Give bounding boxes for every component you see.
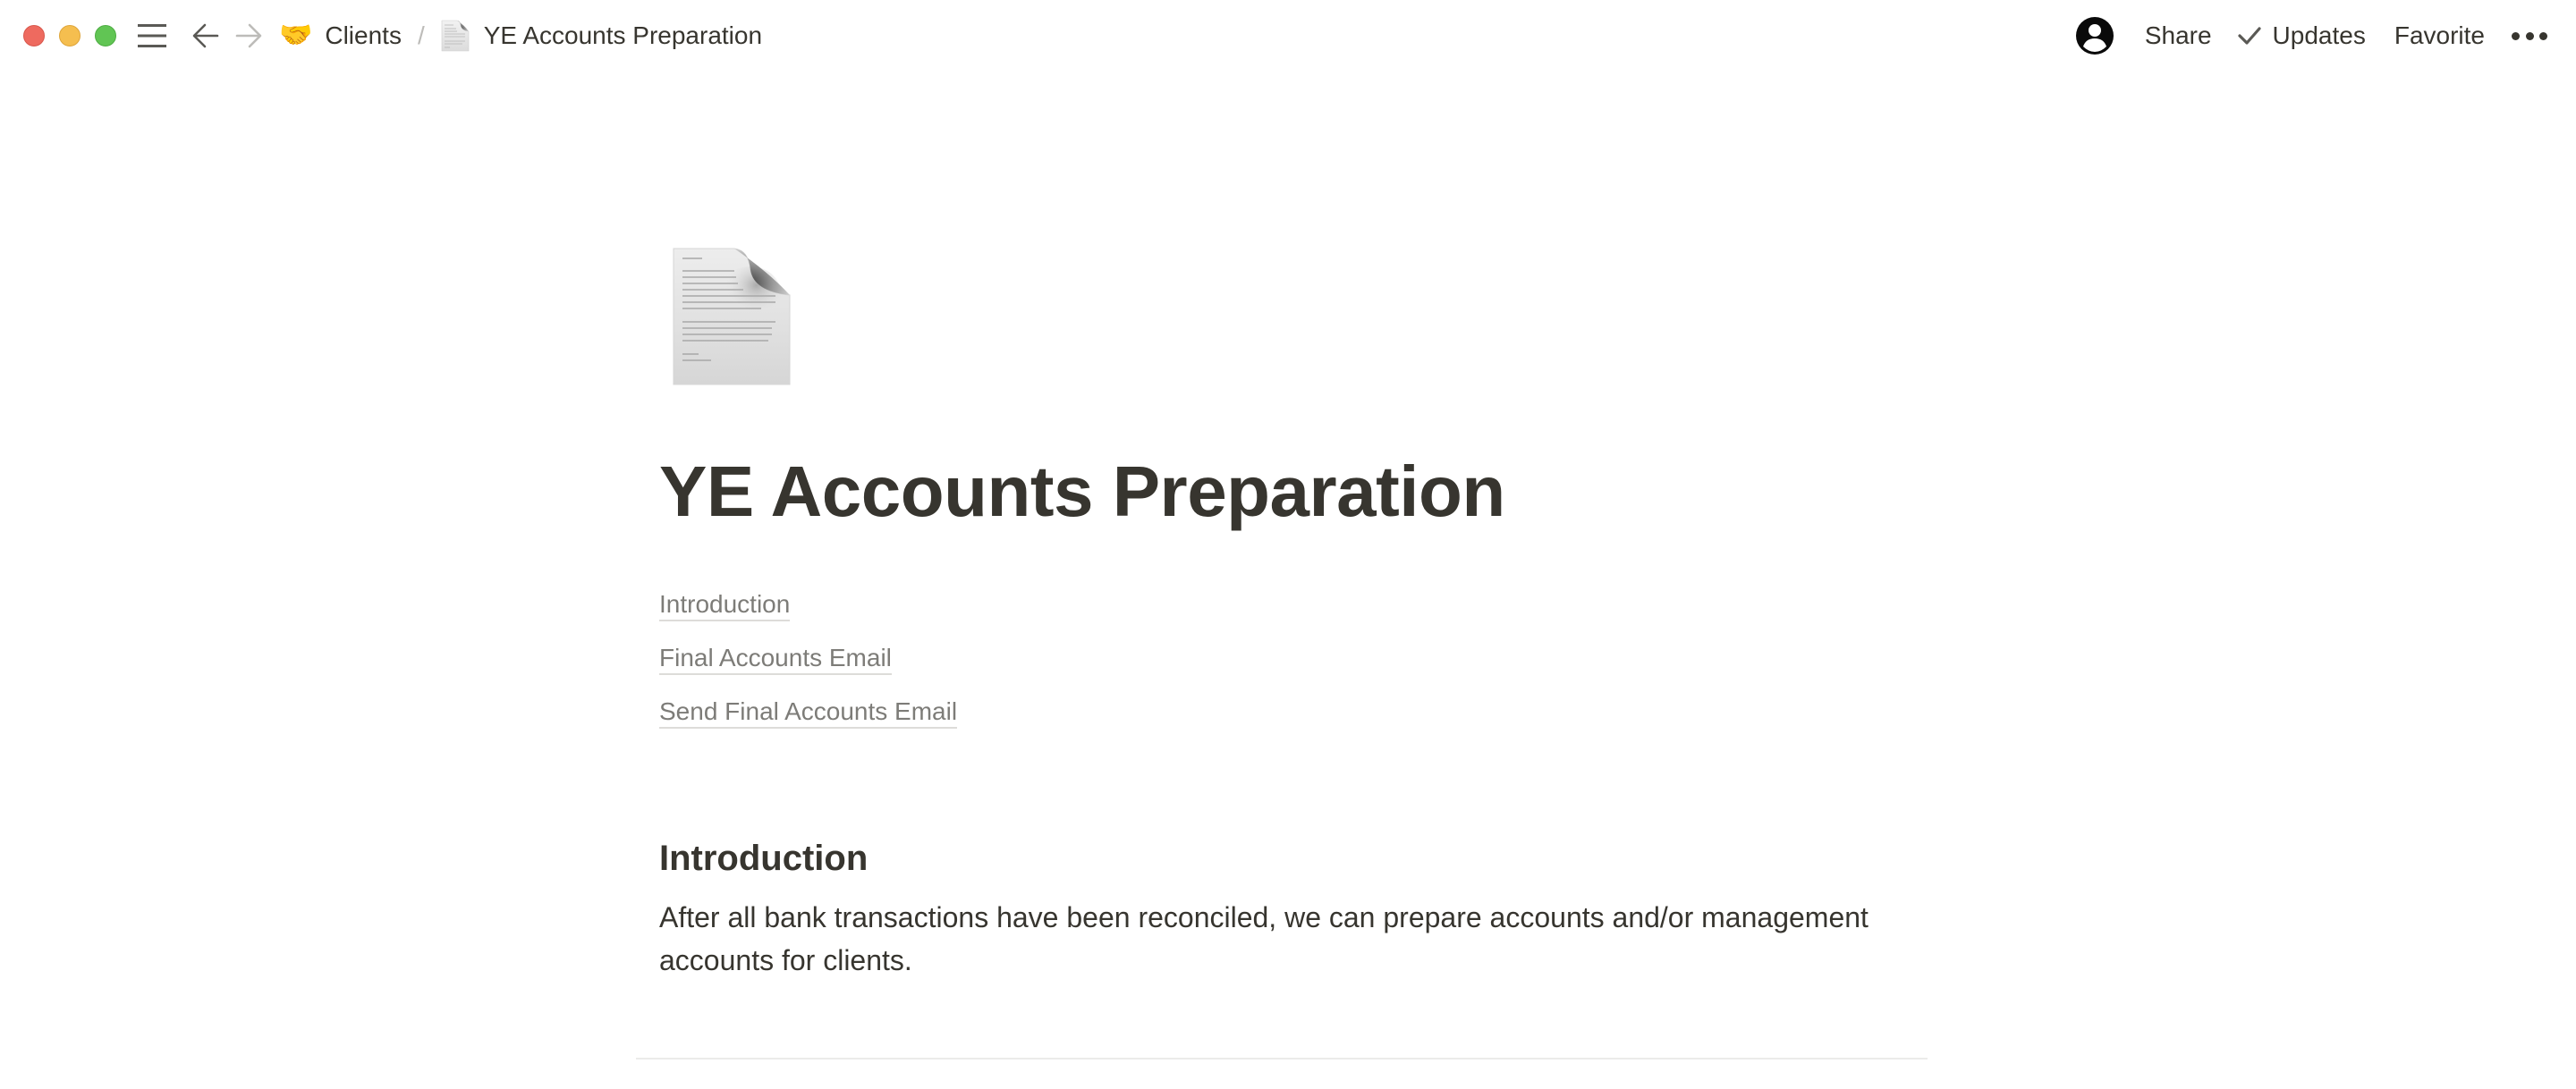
- handshake-icon: 🤝: [279, 21, 313, 50]
- toc-link-send-final-accounts-email[interactable]: Send Final Accounts Email: [659, 697, 958, 729]
- toc-item: Send Final Accounts Email: [659, 694, 958, 747]
- breadcrumb-item-clients[interactable]: 🤝 Clients: [279, 21, 402, 50]
- hamburger-menu-icon: [138, 24, 166, 47]
- user-avatar-icon[interactable]: [2075, 16, 2114, 55]
- table-of-contents: Introduction Final Accounts Email Send F…: [659, 587, 958, 747]
- page-title[interactable]: YE Accounts Preparation: [659, 447, 1505, 536]
- sidebar-toggle-button[interactable]: [134, 20, 170, 52]
- toc-item: Introduction: [659, 587, 957, 640]
- ellipsis-dot-icon: [2525, 31, 2534, 40]
- section-body-text[interactable]: After all bank transactions have been re…: [659, 896, 1926, 982]
- divider: [636, 1058, 1928, 1059]
- window-minimize-button[interactable]: [59, 25, 80, 46]
- window-zoom-button[interactable]: [95, 25, 116, 46]
- breadcrumb: 🤝 Clients / YE Accounts Preparation: [279, 16, 762, 55]
- share-label: Share: [2144, 21, 2212, 49]
- ellipsis-dot-icon: [2512, 31, 2520, 40]
- top-bar: 🤝 Clients / YE Accounts Preparation Shar…: [0, 0, 2576, 72]
- toc-link-final-accounts-email[interactable]: Final Accounts Email: [659, 644, 892, 675]
- forward-button[interactable]: [233, 20, 265, 52]
- window-close-button[interactable]: [23, 25, 45, 46]
- page-document-icon: [441, 20, 470, 52]
- toc-item: Final Accounts Email: [659, 640, 957, 694]
- breadcrumb-separator: /: [417, 21, 425, 49]
- favorite-button[interactable]: Favorite: [2394, 21, 2485, 50]
- updates-button[interactable]: Updates: [2237, 21, 2366, 50]
- more-options-button[interactable]: [2512, 27, 2547, 45]
- breadcrumb-item-current-page[interactable]: YE Accounts Preparation: [441, 20, 762, 52]
- share-button[interactable]: Share: [2145, 21, 2212, 50]
- ellipsis-dot-icon: [2539, 31, 2547, 40]
- checkmark-icon: [2237, 27, 2261, 45]
- section-heading-introduction[interactable]: Introduction: [659, 833, 868, 883]
- breadcrumb-label: Clients: [325, 21, 402, 49]
- favorite-label: Favorite: [2394, 21, 2485, 49]
- arrow-right-icon: [235, 23, 262, 48]
- page-document-icon[interactable]: [672, 247, 792, 386]
- breadcrumb-label: YE Accounts Preparation: [483, 21, 763, 49]
- back-button[interactable]: [190, 20, 222, 52]
- arrow-left-icon: [192, 23, 219, 48]
- toc-link-introduction[interactable]: Introduction: [659, 590, 791, 621]
- top-actions: Share Updates Favorite: [2075, 16, 2576, 55]
- updates-label: Updates: [2272, 21, 2366, 49]
